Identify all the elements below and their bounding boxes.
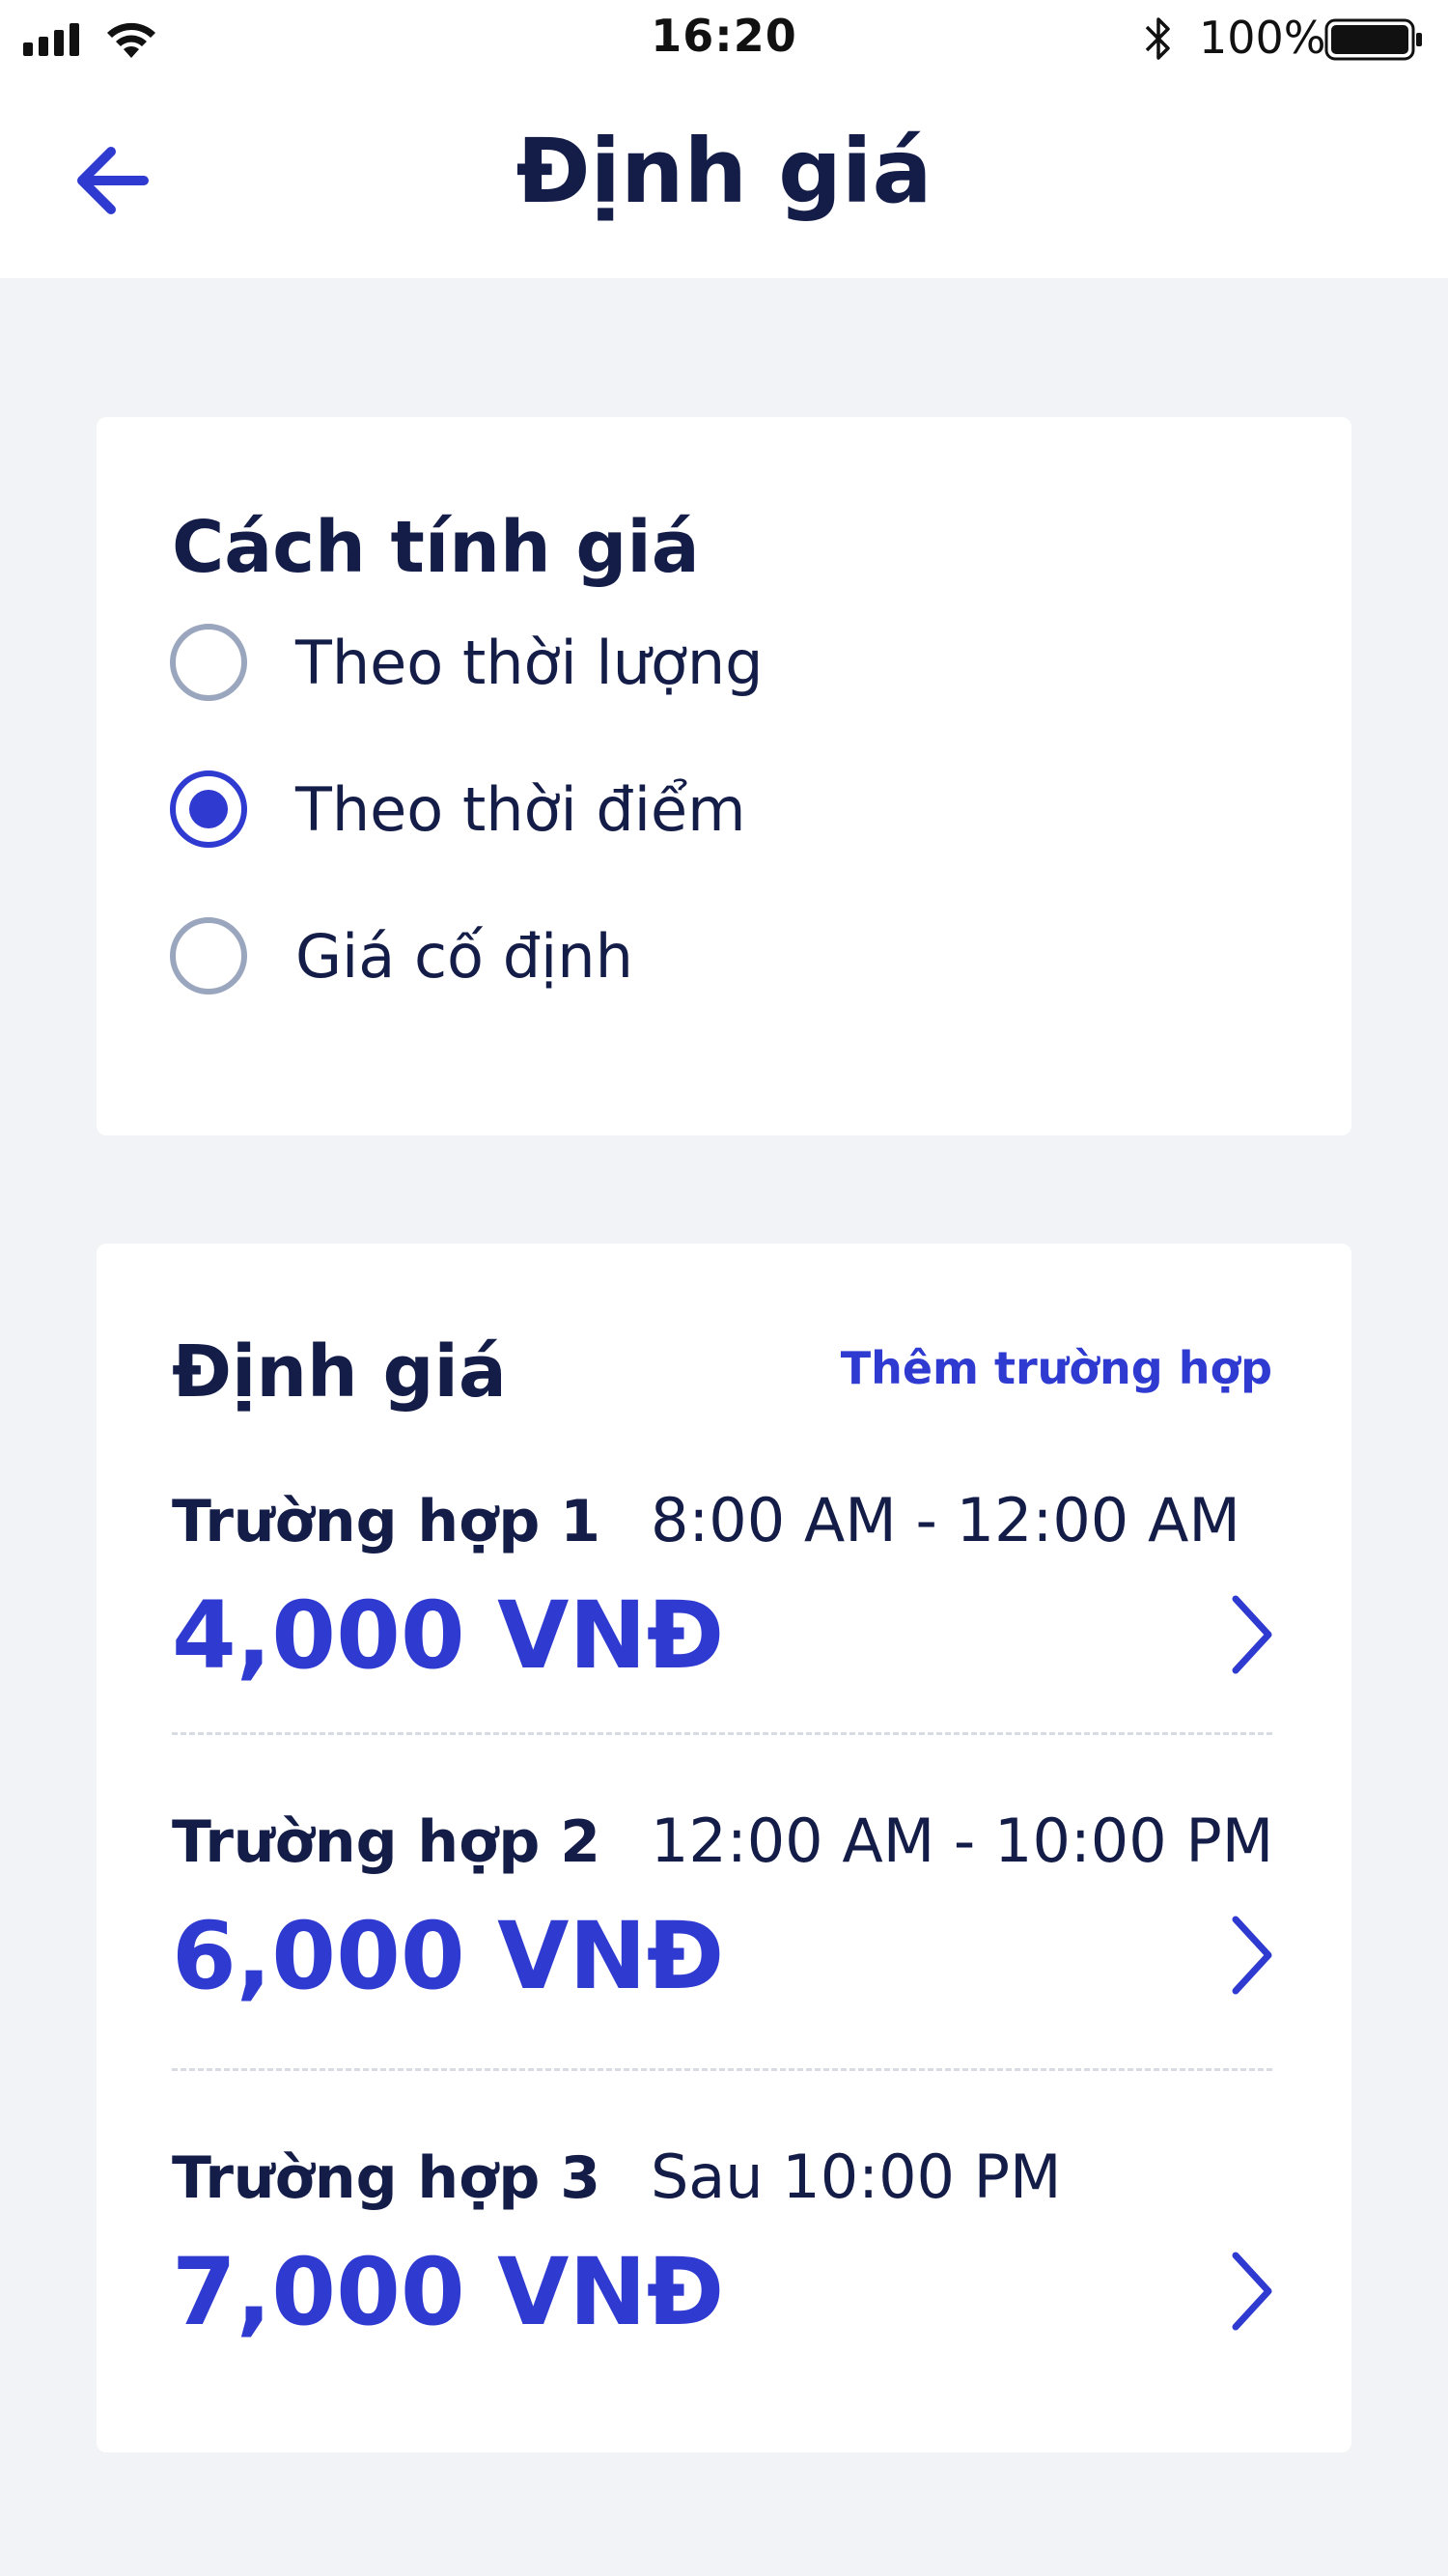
option-by-time-of-day[interactable]: Theo thời điểm bbox=[170, 761, 1232, 857]
divider bbox=[172, 2068, 1272, 2071]
case-time-range: 8:00 AM - 12:00 AM bbox=[650, 1485, 1240, 1555]
case-time-range: 12:00 AM - 10:00 PM bbox=[650, 1806, 1274, 1876]
option-label: Theo thời điểm bbox=[295, 773, 746, 845]
option-fixed-price[interactable]: Giá cố định bbox=[170, 908, 1232, 1004]
pricing-method-card: Cách tính giá Theo thời lượng Theo thời … bbox=[97, 417, 1351, 1135]
pricing-case-row[interactable]: Trường hợp 2 12:00 AM - 10:00 PM 6,000 V… bbox=[172, 1806, 1276, 2057]
bluetooth-icon bbox=[1145, 17, 1170, 60]
add-case-button[interactable]: Thêm trường hợp bbox=[841, 1342, 1272, 1394]
radio-button[interactable] bbox=[170, 917, 247, 994]
status-bar: 16:20 100% bbox=[0, 0, 1448, 77]
option-label: Giá cố định bbox=[295, 920, 633, 992]
case-price: 7,000 VNĐ bbox=[172, 2238, 725, 2346]
option-label: Theo thời lượng bbox=[295, 627, 764, 698]
divider bbox=[172, 1732, 1272, 1735]
pricing-cases-card: Định giá Thêm trường hợp Trường hợp 1 8:… bbox=[97, 1244, 1351, 2452]
case-header: Trường hợp 2 12:00 AM - 10:00 PM bbox=[172, 1806, 1273, 1876]
pricing-case-row[interactable]: Trường hợp 1 8:00 AM - 12:00 AM 4,000 VN… bbox=[172, 1485, 1276, 1736]
battery-percentage: 100% bbox=[1199, 12, 1326, 64]
case-name: Trường hợp 1 bbox=[172, 1488, 600, 1555]
radio-button[interactable] bbox=[170, 624, 247, 701]
chevron-right-icon bbox=[1232, 1595, 1272, 1674]
pricing-method-title: Cách tính giá bbox=[172, 506, 700, 589]
case-price: 6,000 VNĐ bbox=[172, 1902, 725, 2010]
chevron-right-icon bbox=[1232, 1916, 1272, 1995]
pricing-case-row[interactable]: Trường hợp 3 Sau 10:00 PM 7,000 VNĐ bbox=[172, 2142, 1276, 2393]
case-time-range: Sau 10:00 PM bbox=[650, 2142, 1062, 2212]
option-by-duration[interactable]: Theo thời lượng bbox=[170, 614, 1232, 711]
case-header: Trường hợp 3 Sau 10:00 PM bbox=[172, 2142, 1062, 2212]
case-price: 4,000 VNĐ bbox=[172, 1582, 725, 1690]
case-name: Trường hợp 3 bbox=[172, 2144, 600, 2212]
navigation-bar: Định giá bbox=[0, 77, 1448, 278]
case-header: Trường hợp 1 8:00 AM - 12:00 AM bbox=[172, 1485, 1240, 1555]
chevron-right-icon bbox=[1232, 2252, 1272, 2331]
radio-button-selected[interactable] bbox=[170, 770, 247, 848]
battery-icon bbox=[1324, 18, 1422, 61]
case-name: Trường hợp 2 bbox=[172, 1808, 600, 1876]
pricing-title: Định giá bbox=[172, 1330, 507, 1414]
page-title: Định giá bbox=[515, 120, 933, 223]
